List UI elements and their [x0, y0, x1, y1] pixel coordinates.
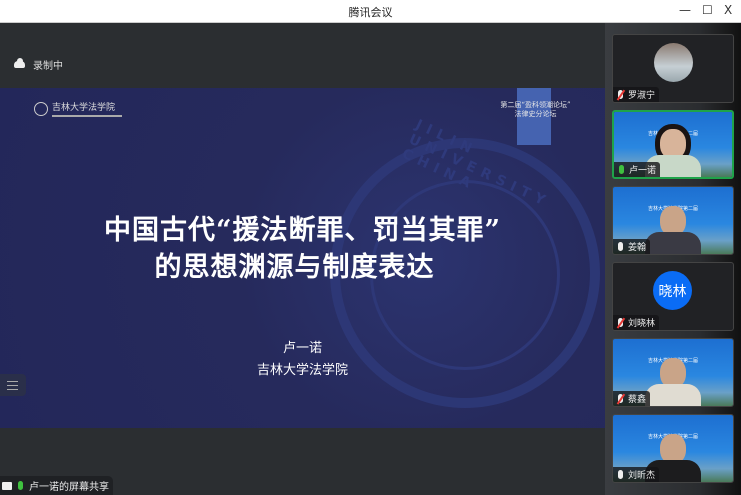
mic-icon: [18, 481, 23, 490]
participant-tile[interactable]: 吉林大学法学院第二届 姜翰: [612, 186, 734, 255]
slide-title-line-1: 中国古代“援法断罪、罚当其罪”: [103, 215, 502, 246]
mic-speaking-icon: [619, 165, 624, 174]
participant-tile[interactable]: 吉林大学法学院第二届 蔡鑫: [612, 338, 734, 407]
avatar: [654, 43, 693, 82]
participant-panel[interactable]: 罗淑宁 吉林大学法学院第二届 卢一诺 吉林大学法学院第二届 姜翰 晓林 刘晓林 …: [605, 23, 741, 495]
list-icon-line: [7, 388, 18, 390]
forum-line-2: 法律史分论坛: [514, 110, 557, 118]
participant-tile[interactable]: 吉林大学法学院第二届 刘昕杰: [612, 414, 734, 483]
participant-name: 刘昕杰: [628, 471, 656, 481]
close-button[interactable]: X: [724, 3, 732, 17]
forum-caption: 第二届“盈科领潮论坛” 法律史分论坛: [468, 101, 603, 119]
participant-tile[interactable]: 罗淑宁: [612, 34, 734, 103]
slide-affiliation: 吉林大学法学院: [256, 363, 348, 378]
participant-tile[interactable]: 晓林 刘晓林: [612, 262, 734, 331]
window-title: 腾讯会议: [348, 6, 393, 19]
participant-video-person: [645, 206, 701, 254]
list-icon: [7, 380, 18, 382]
logo-subline: [52, 115, 122, 117]
list-button[interactable]: [0, 374, 26, 396]
slide-author: 卢一诺: [282, 341, 322, 356]
recording-label: 录制中: [33, 61, 63, 72]
participant-name: 蔡鑫: [628, 395, 647, 405]
law-school-logo: 吉林大学法学院: [34, 100, 122, 117]
slide-title-line-2: 的思想渊源与制度表达: [154, 252, 435, 283]
minimize-button[interactable]: —: [679, 3, 691, 17]
shared-slide: JILIN UNIVERSITY CHINA 吉林大学法学院 第二届“盈科领潮论…: [0, 88, 605, 428]
mic-icon: [618, 242, 623, 251]
avatar: 晓林: [653, 271, 692, 310]
participant-name: 刘晓林: [628, 319, 656, 329]
mic-muted-icon: [618, 394, 623, 403]
participant-tile[interactable]: 吉林大学法学院第二届 卢一诺: [612, 110, 734, 179]
participant-name: 罗淑宁: [628, 91, 656, 101]
mic-muted-icon: [618, 318, 623, 327]
forum-line-1: 第二届“盈科领潮论坛”: [500, 101, 571, 109]
emblem-icon: [34, 101, 48, 116]
mic-icon: [618, 470, 623, 479]
participant-video-person: [645, 358, 701, 406]
screen-share-label: 卢一诺的屏幕共享: [0, 476, 113, 495]
participant-name: 卢一诺: [629, 166, 657, 176]
cloud-icon: [14, 58, 25, 68]
list-icon-line: [7, 384, 18, 386]
screen-share-icon: [2, 481, 12, 490]
screen-share-text: 卢一诺的屏幕共享: [29, 482, 109, 493]
maximize-button[interactable]: ☐: [702, 3, 713, 17]
participant-name: 姜翰: [628, 243, 647, 253]
logo-text: 吉林大学法学院: [52, 103, 116, 113]
mic-muted-icon: [618, 90, 623, 99]
title-bar: 腾讯会议 — ☐ X: [0, 0, 741, 23]
recording-indicator[interactable]: 录制中: [14, 57, 63, 72]
